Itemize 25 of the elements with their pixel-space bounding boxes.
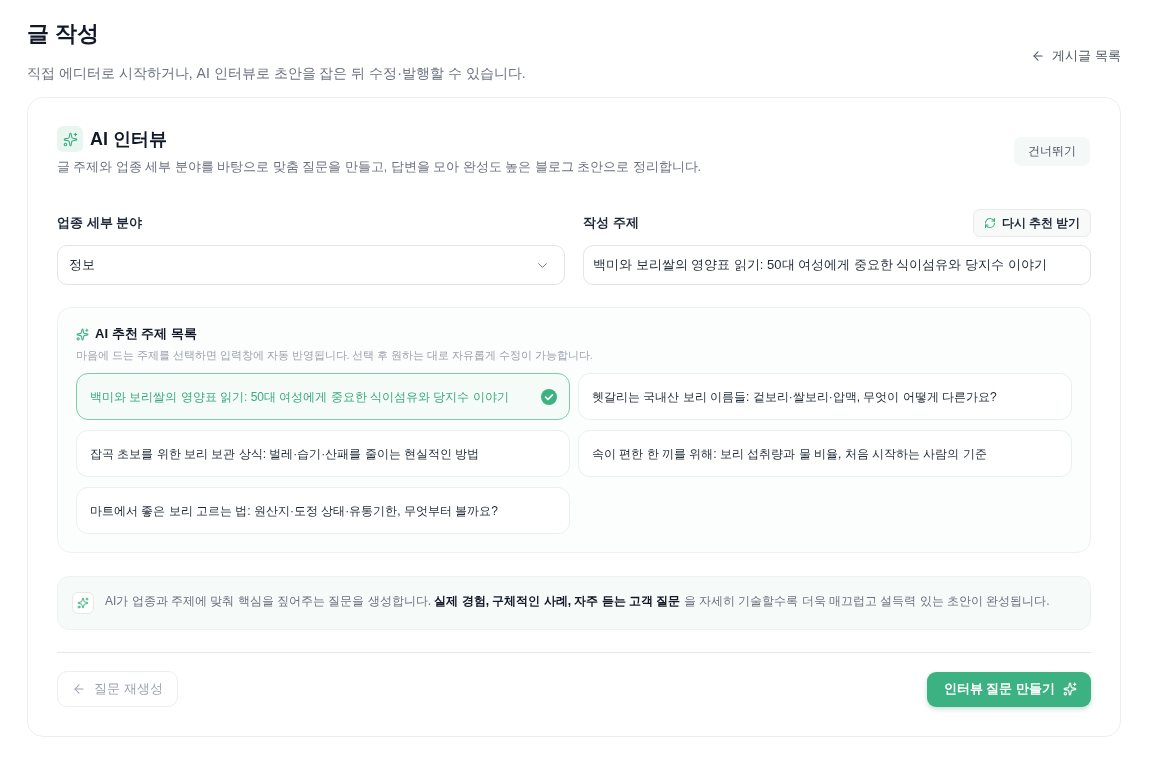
sparkles-icon	[57, 126, 83, 152]
arrow-left-icon	[1031, 49, 1046, 63]
sparkles-icon	[1063, 682, 1077, 696]
check-circle-icon	[541, 388, 557, 405]
topic-option[interactable]: 잡곡 초보를 위한 보리 보관 상식: 벌레·습기·산패를 줄이는 현실적인 방법	[76, 430, 570, 477]
panel-title: AI 추천 주제 목록	[95, 325, 197, 343]
card-description: 글 주제와 업종 세부 분야를 바탕으로 맞춤 질문을 만들고, 답변을 모아 완성도 높은 블로그 초안으로 정리합니다.	[57, 159, 702, 176]
refresh-suggestions-button[interactable]: 다시 추천 받기	[972, 209, 1091, 237]
card-title: AI 인터뷰	[90, 128, 167, 151]
tip-text: AI가 업종과 주제에 맞춰 핵심을 짚어주는 질문을 생성합니다. 실제 경험, 구체적인 사례, 자주 듣는 고객 질문을 자세히 기술할수록 더욱 매끄럽고 설득력 있는 초안이 완성됩니다.	[105, 593, 1050, 610]
panel-hint: 마음에 드는 주제를 선택하면 입력창에 자동 반영됩니다. 선택 후 원하는 대로 자유롭게 수정이 가능합니다.	[76, 348, 594, 363]
field-label: 업종 세부 분야	[57, 214, 143, 232]
topic-input[interactable]: 백미와 보리쌀의 영양표 읽기: 50대 여성에게 중요한 식이섬유와 당지수 이야기	[583, 245, 1091, 285]
back-link[interactable]: 게시글 목록	[1031, 47, 1121, 65]
category-select[interactable]: 정보	[57, 245, 565, 285]
topic-option[interactable]: 마트에서 좋은 보리 고르는 법: 원산지·도정 상태·유통기한, 무엇부터 볼까요?	[76, 487, 570, 534]
topic-option[interactable]: 속이 편한 한 끼를 위해: 보리 섭취량과 물 비율, 처음 시작하는 사람의 기준	[578, 430, 1072, 477]
page-subtitle: 직접 에디터로 시작하거나, AI 인터뷰로 초안을 잡은 뒤 수정·발행할 수 있습니다.	[27, 64, 526, 83]
page-title: 글 작성	[27, 20, 101, 48]
sparkles-icon	[72, 592, 94, 614]
skip-button[interactable]: 건너뛰기	[1014, 136, 1090, 166]
sparkles-icon	[76, 327, 89, 341]
field-label: 작성 주제	[583, 214, 639, 232]
refresh-icon	[983, 217, 996, 229]
topic-option[interactable]: 헷갈리는 국내산 보리 이름들: 겉보리·쌀보리·압맥, 무엇이 어떻게 다른가요?	[578, 373, 1072, 420]
